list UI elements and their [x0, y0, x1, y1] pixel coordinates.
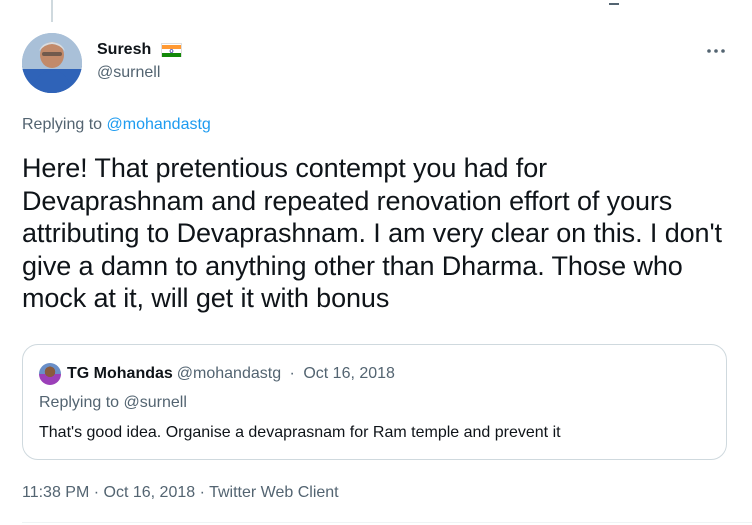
tweet-header: Suresh @surnell — [22, 33, 730, 95]
tweet-metadata: 11:38 PM · Oct 16, 2018 · Twitter Web Cl… — [22, 484, 339, 502]
quoted-replying-to: Replying to @surnell — [39, 394, 187, 411]
replying-prefix: Replying to — [22, 116, 103, 133]
quoted-separator: · — [289, 365, 295, 382]
author-handle[interactable]: @surnell — [97, 62, 182, 84]
author-block: Suresh @surnell — [97, 40, 182, 84]
tweet-text: Here! That pretentious contempt you had … — [22, 153, 722, 313]
meta-separator-2: · — [199, 484, 205, 501]
avatar[interactable] — [22, 33, 82, 93]
quoted-date: Oct 16, 2018 — [303, 365, 395, 382]
replying-to-handle-link[interactable]: @mohandastg — [107, 116, 211, 133]
tweet-time[interactable]: 11:38 PM — [22, 484, 89, 501]
tweet-source[interactable]: Twitter Web Client — [209, 484, 339, 501]
replying-to: Replying to @mohandastg — [22, 116, 211, 134]
india-flag-icon — [160, 43, 182, 57]
quoted-tweet-header: TG Mohandas @mohandastg · Oct 16, 2018 — [39, 362, 395, 386]
author-display-name[interactable]: Suresh — [97, 40, 151, 60]
quoted-tweet-card[interactable]: TG Mohandas @mohandastg · Oct 16, 2018 Re… — [22, 344, 727, 460]
quoted-tweet-text: That's good idea. Organise a devaprasnam… — [39, 424, 561, 441]
quoted-display-name: TG Mohandas — [67, 365, 173, 382]
ellipsis-icon[interactable] — [704, 41, 728, 61]
quoted-avatar — [39, 363, 61, 385]
divider — [22, 522, 752, 523]
meta-separator: · — [93, 484, 100, 501]
share-icon[interactable] — [600, 0, 622, 5]
tweet-date[interactable]: Oct 16, 2018 — [104, 484, 196, 501]
quoted-handle: @mohandastg — [176, 365, 282, 382]
thread-connector-line — [51, 0, 53, 22]
